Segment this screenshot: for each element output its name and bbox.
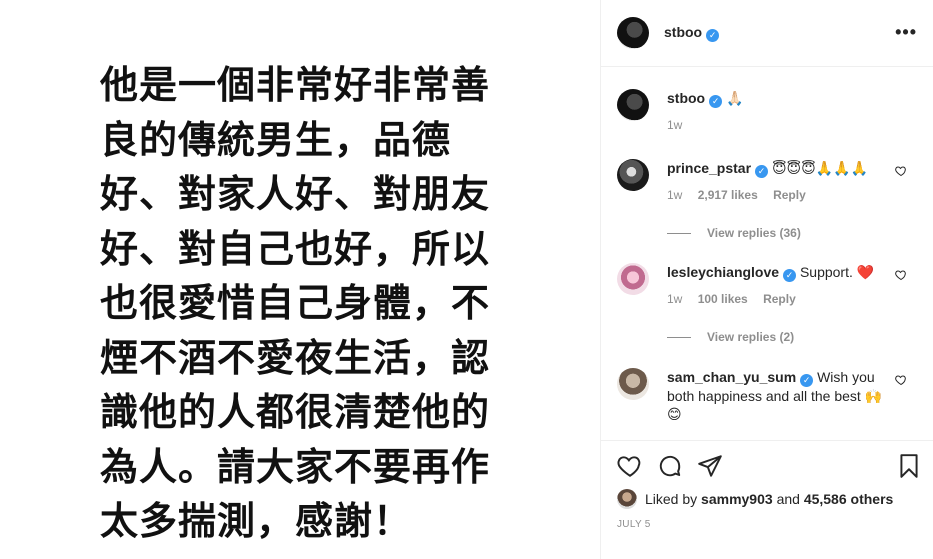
comment-like-heart-icon[interactable] [895,165,907,177]
comment-time[interactable]: 1w [667,292,682,306]
verified-badge-icon: ✓ [800,374,814,387]
caption-time[interactable]: 1w [667,118,682,132]
author-username-text[interactable]: stboo [664,24,702,40]
liker-avatar[interactable] [617,489,637,509]
bookmark-icon[interactable] [896,453,922,479]
likes-others-count[interactable]: 45,586 others [804,491,894,507]
post-side-panel: stboo ✓ ••• stboo ✓ 🙏🏻 1w prince_pstar ✓… [600,0,933,559]
share-icon[interactable] [697,453,723,479]
commenter-username[interactable]: prince_pstar [667,160,751,176]
view-replies-text[interactable]: View replies (2) [707,330,794,344]
commenter-username[interactable]: sam_chan_yu_sum [667,369,796,385]
comment-text: 😇😇😇🙏🙏🙏 [771,160,869,176]
comment-body: sam_chan_yu_sum ✓ Wish you both happiness… [667,368,885,423]
caption: stboo ✓ 🙏🏻 1w [617,89,917,134]
liked-by-and: and [776,491,800,507]
heart-icon[interactable] [617,453,643,479]
liked-by: Liked by sammy903 and 45,586 others [617,489,893,509]
comment-meta: 1w 2,917 likes Reply [667,186,885,204]
post-date[interactable]: JULY 5 [617,519,651,530]
post-header: stboo ✓ ••• [601,0,933,67]
reply-button[interactable]: Reply [773,188,806,202]
commenter-avatar[interactable] [617,368,649,400]
caption-meta: 1w [667,116,885,134]
reply-button[interactable]: Reply [763,292,796,306]
author-username[interactable]: stboo ✓ [664,24,720,42]
author-avatar[interactable] [617,17,649,49]
comment-like-heart-icon[interactable] [895,374,907,386]
view-replies-button[interactable]: View replies (36) [667,226,801,240]
post-image-text: 他是一個非常好非常善 良的傳統男生，品德 好、對家人好、對朋友 好、對自己也好，… [100,63,491,543]
view-replies-text[interactable]: View replies (36) [707,226,801,240]
comments-list[interactable]: stboo ✓ 🙏🏻 1w prince_pstar ✓ 😇😇😇🙏🙏🙏 1w 2… [601,68,933,440]
comment-likes[interactable]: 2,917 likes [698,188,758,202]
caption-text: 🙏🏻 [726,90,744,106]
caption-body: stboo ✓ 🙏🏻 1w [667,89,885,134]
verified-badge-icon: ✓ [783,269,797,282]
verified-badge-icon: ✓ [709,95,723,108]
post-image[interactable]: 他是一個非常好非常善 良的傳統男生，品德 好、對家人好、對朋友 好、對自己也好，… [0,0,600,559]
post-actions: Liked by sammy903 and 45,586 others JULY… [601,440,933,559]
comment-item: prince_pstar ✓ 😇😇😇🙏🙏🙏 1w 2,917 likes Repl… [617,159,917,204]
comment-icon[interactable] [657,453,683,479]
comment-time[interactable]: 1w [667,188,682,202]
commenter-avatar[interactable] [617,159,649,191]
verified-badge-icon: ✓ [755,165,769,178]
verified-badge-icon: ✓ [706,29,720,42]
liker-username[interactable]: sammy903 [701,491,773,507]
replies-divider [667,336,691,338]
commenter-username[interactable]: lesleychianglove [667,264,779,280]
comment-likes[interactable]: 100 likes [698,292,748,306]
caption-avatar[interactable] [617,89,649,121]
comment-text: Support. ❤️ [799,264,875,280]
caption-username[interactable]: stboo [667,90,705,106]
comment-body: lesleychianglove ✓ Support. ❤️ 1w 100 lik… [667,263,885,308]
commenter-avatar[interactable] [617,263,649,295]
comment-like-heart-icon[interactable] [895,269,907,281]
comment-item: sam_chan_yu_sum ✓ Wish you both happiness… [617,368,917,423]
more-options-icon[interactable]: ••• [895,22,917,43]
comment-item: lesleychianglove ✓ Support. ❤️ 1w 100 lik… [617,263,917,308]
replies-divider [667,232,691,234]
liked-by-prefix: Liked by [645,491,698,507]
comment-body: prince_pstar ✓ 😇😇😇🙏🙏🙏 1w 2,917 likes Repl… [667,159,885,204]
instagram-post: 他是一個非常好非常善 良的傳統男生，品德 好、對家人好、對朋友 好、對自己也好，… [0,0,933,559]
view-replies-button[interactable]: View replies (2) [667,330,794,344]
comment-meta: 1w 100 likes Reply [667,290,885,308]
